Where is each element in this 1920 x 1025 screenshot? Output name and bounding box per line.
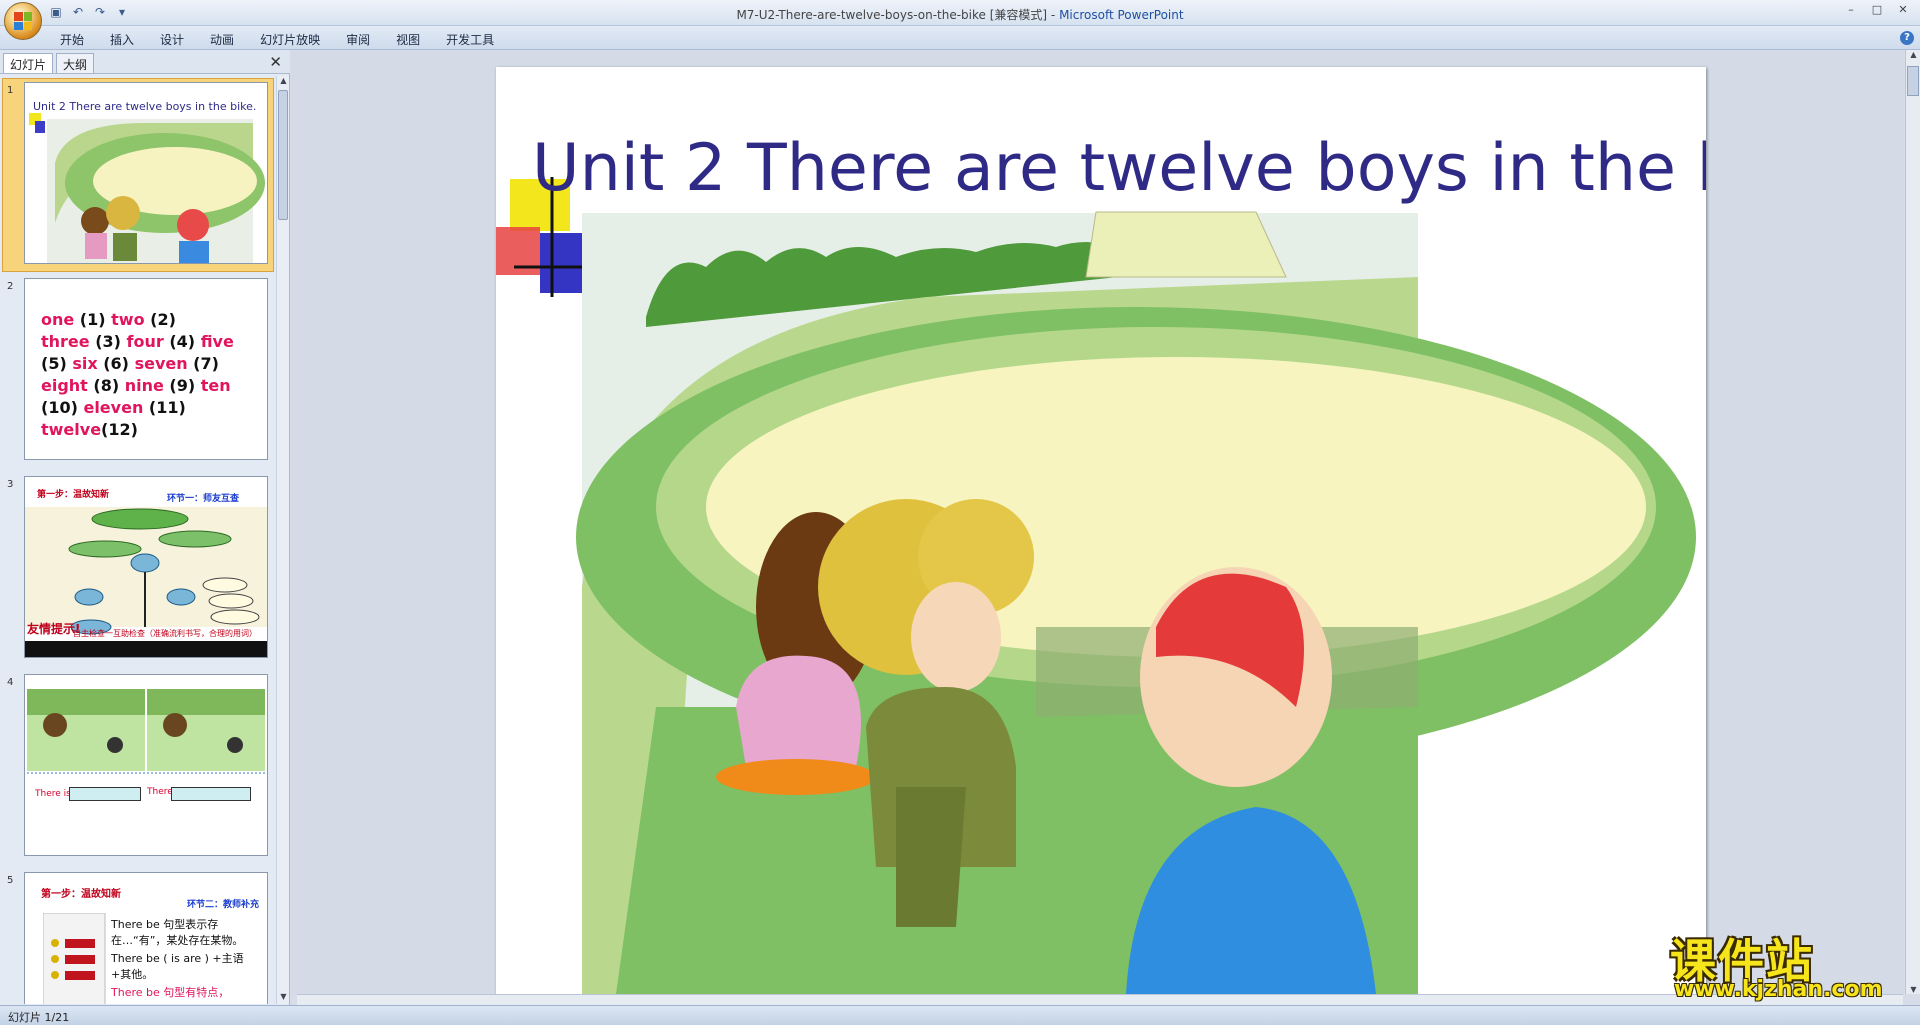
grammar-line-1: There be 句型表示存在…“有”，某处存在某物。: [111, 918, 244, 947]
number-words-line: one (1) two (2): [41, 309, 256, 331]
maximize-icon[interactable]: □: [1868, 3, 1886, 17]
app-name: Microsoft PowerPoint: [1059, 8, 1184, 22]
number-value: (8): [87, 376, 125, 395]
watermark-url: www.kjzhan.com: [1674, 977, 1883, 1002]
slide-scrollbar[interactable]: ▲ ▼: [1905, 50, 1920, 994]
scroll-up-icon[interactable]: ▲: [1906, 50, 1920, 59]
scrollbar-thumb[interactable]: [1907, 66, 1919, 96]
number-words-line: (5) six (6) seven (7): [41, 353, 256, 375]
ribbon-tab[interactable]: 插入: [110, 31, 134, 48]
thumbnail-frame: There is There: [24, 674, 268, 856]
window-controls: – □ ✕: [1842, 3, 1912, 17]
close-pane-icon[interactable]: ✕: [269, 53, 282, 71]
ribbon-tab[interactable]: 开发工具: [446, 31, 494, 48]
number-word: twelve: [41, 420, 102, 439]
scroll-up-icon[interactable]: ▲: [277, 76, 290, 88]
number-words-text: one (1) two (2) three (3) four (4) five (5…: [41, 309, 256, 441]
slide-illustration: [496, 177, 1696, 994]
document-title: M7-U2-There-are-twelve-boys-on-the-bike …: [736, 8, 1060, 22]
ribbon-tab[interactable]: 动画: [210, 31, 234, 48]
slide-number: 4: [7, 677, 14, 688]
slide-counter: 幻灯片 1/21: [8, 1011, 70, 1024]
number-value: (2): [144, 310, 176, 329]
ribbon-tab[interactable]: 设计: [160, 31, 184, 48]
number-value: (7): [187, 354, 219, 373]
slides-pane: 幻灯片 大纲 ✕ 1 Unit 2 There are twelve boys …: [0, 50, 290, 1005]
number-words-line: eight (8) nine (9) ten: [41, 375, 256, 397]
number-value: (1): [74, 310, 112, 329]
slide-editing-area: Unit 2 There are twelve boys in the bike…: [291, 50, 1904, 994]
close-window-icon[interactable]: ✕: [1894, 3, 1912, 17]
grammar-line-3: There be 句型有特点，: [111, 986, 230, 999]
window-title: M7-U2-There-are-twelve-boys-on-the-bike …: [0, 6, 1920, 23]
number-word: three: [41, 332, 90, 351]
thumbnail-scrollbar[interactable]: ▲ ▼: [276, 76, 289, 1004]
number-value: (9): [163, 376, 201, 395]
number-value: (3): [89, 332, 127, 351]
title-bar: ▣ ↶ ↷ ▾ M7-U2-There-are-twelve-boys-on-t…: [0, 0, 1920, 26]
number-word: two: [111, 310, 145, 329]
status-bar: 幻灯片 1/21: [0, 1005, 1920, 1025]
number-word: eight: [41, 376, 88, 395]
number-value: (5): [41, 354, 73, 373]
thumbnail-frame: one (1) two (2) three (3) four (4) five (5…: [24, 278, 268, 460]
thumbnail-frame: 第一步：温故知新 环节二：教师补充 There be 句型表示存在…“有”，某处…: [24, 872, 268, 1004]
tab-slides[interactable]: 幻灯片: [3, 53, 54, 73]
ribbon-tabs: 开始 插入 设计 动画 幻灯片放映 审阅 视图 开发工具 ?: [0, 26, 1920, 50]
number-value: (4): [163, 332, 201, 351]
slide-number: 3: [7, 479, 14, 490]
slide-number: 2: [7, 281, 14, 292]
tab-outline[interactable]: 大纲: [56, 53, 95, 73]
thumbnail-footer: [25, 641, 267, 657]
number-words-line: three (3) four (4) five: [41, 331, 256, 353]
thumbnail-frame: 第一步：温故知新 环节一：师友互查 友情提示! 自主检查一互助检查（准确流利书写…: [24, 476, 268, 658]
number-value: (10): [41, 398, 84, 417]
number-word: four: [126, 332, 164, 351]
number-words-line: (10) eleven (11): [41, 397, 256, 419]
number-value: (12): [101, 420, 138, 439]
horizontal-scrollbar[interactable]: [297, 994, 1903, 1005]
answer-box-2: [171, 787, 251, 801]
number-word: five: [200, 332, 234, 351]
grammar-notes: There be 句型表示存在…“有”，某处存在某物。 There be ( i…: [111, 917, 267, 1001]
slide-number: 1: [7, 85, 14, 96]
grammar-line-2: There be ( is are ) +主语 +其他。: [111, 952, 244, 981]
help-icon[interactable]: ?: [1900, 31, 1914, 45]
thumbnail-heading: 第一步：温故知新: [41, 889, 121, 900]
thumbnail-list: 1 Unit 2 There are twelve boys in the bi…: [0, 76, 274, 1004]
watermark-logo: 课件站 www.kjzhan.com: [1670, 925, 1910, 1005]
answer-box-1: [69, 787, 141, 801]
number-word: six: [72, 354, 98, 373]
number-word: seven: [134, 354, 188, 373]
ribbon-tab[interactable]: 幻灯片放映: [260, 31, 320, 48]
minimize-icon[interactable]: –: [1842, 3, 1860, 17]
number-word: eleven: [83, 398, 144, 417]
ribbon-tab[interactable]: 视图: [396, 31, 420, 48]
number-value: (11): [143, 398, 186, 417]
current-slide[interactable]: Unit 2 There are twelve boys in the bike…: [496, 67, 1706, 994]
slide-title[interactable]: Unit 2 There are twelve boys in the bike…: [532, 131, 1706, 206]
thumbnail-illustration: [29, 113, 265, 263]
there-label: There: [147, 787, 173, 797]
office-button[interactable]: [4, 2, 42, 40]
number-word: nine: [124, 376, 164, 395]
number-words-line: twelve(12): [41, 419, 256, 441]
pane-tabs: 幻灯片 大纲 ✕: [0, 50, 290, 74]
there-is-label: There is: [35, 789, 71, 799]
office-logo-icon: [14, 12, 32, 30]
scrollbar-thumb[interactable]: [278, 90, 288, 220]
tip-text: 自主检查一互助检查（准确流利书写，合理的用词）: [73, 629, 257, 638]
scroll-down-icon[interactable]: ▼: [277, 992, 290, 1004]
grammar-card-illustration: [43, 913, 106, 1004]
number-word: one: [41, 310, 75, 329]
thumbnail-subheading: 环节二：教师补充: [186, 900, 259, 910]
number-word: ten: [200, 376, 231, 395]
slide-number: 5: [7, 875, 14, 886]
ribbon-tab[interactable]: 审阅: [346, 31, 370, 48]
number-value: (6): [97, 354, 135, 373]
thumbnail-frame: Unit 2 There are twelve boys in the bike…: [24, 82, 268, 264]
park-scene-illustration: [27, 689, 265, 774]
ribbon-tab[interactable]: 开始: [60, 31, 84, 48]
